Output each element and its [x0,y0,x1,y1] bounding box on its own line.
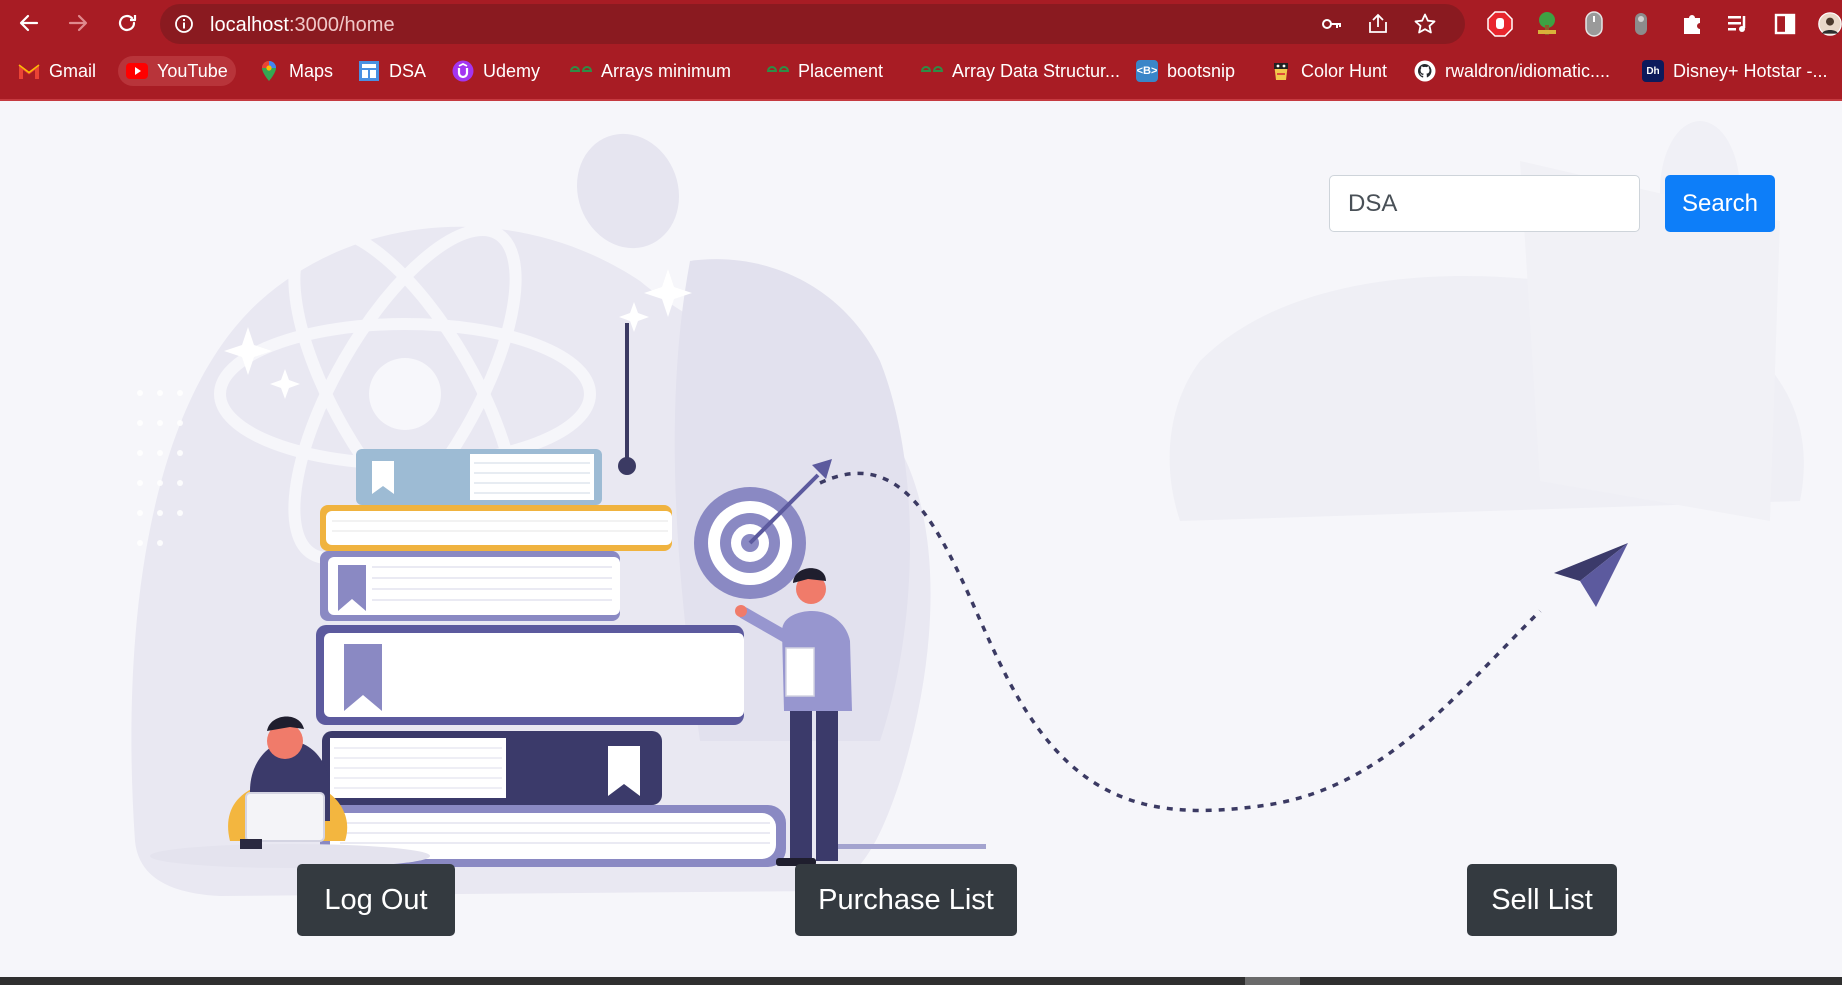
media-queue-icon[interactable] [1724,10,1752,38]
geeksforgeeks-icon [921,60,943,82]
geeksforgeeks-icon [570,60,592,82]
reload-button[interactable] [110,6,144,40]
bookmark-label: Placement [798,60,884,81]
bookmark-udemy[interactable]: Udemy [444,56,548,86]
horizontal-scrollbar[interactable] [0,977,1842,985]
search-button[interactable]: Search [1665,175,1775,232]
hotstar-icon: Dh [1642,60,1664,82]
bookmark-placement[interactable]: Placement [759,56,891,86]
react-atom-core [369,358,441,430]
bookmark-label: DSA [389,60,427,81]
scrollbar-thumb[interactable] [1245,977,1300,985]
geeksforgeeks-icon [767,60,789,82]
github-icon [1414,60,1436,82]
bookmark-bootsnip[interactable]: <B> bootsnip [1128,56,1243,86]
bookmark-label: Array Data Structur... [952,60,1121,81]
url-path: :3000/home [288,14,395,36]
dsa-icon [358,60,380,82]
gmail-icon [18,60,40,82]
arrow-right-icon [68,14,88,32]
bookmark-color-hunt[interactable]: Color Hunt [1262,56,1395,86]
bookmark-label: Arrays minimum [601,60,732,81]
paper-plane-icon [1554,543,1628,607]
bookmark-array-data-structure[interactable]: Array Data Structur... [913,56,1128,86]
browser-chrome: localhost:3000/home Gmail YouTube Maps D… [0,0,1842,101]
address-bar[interactable]: localhost:3000/home [160,4,1465,44]
reload-icon [118,14,137,32]
profile-avatar[interactable] [1818,10,1842,38]
bookmark-maps[interactable]: Maps [250,56,341,86]
colorhunt-icon [1270,60,1292,82]
bookmark-label: Color Hunt [1301,60,1388,81]
bootsnipp-icon: <B> [1136,60,1158,82]
youtube-icon [126,60,148,82]
address-row: localhost:3000/home [0,0,1842,48]
bookmark-label: Maps [289,60,334,81]
forward-button[interactable] [61,6,95,40]
maps-icon [258,60,280,82]
bookmark-label: Disney+ Hotstar -... [1673,60,1828,81]
adblock-extension-icon[interactable] [1486,10,1514,38]
bookmark-disney-hotstar[interactable]: Dh Disney+ Hotstar -... [1634,56,1836,86]
bookmark-gmail[interactable]: Gmail [10,56,104,86]
share-icon[interactable] [1366,12,1390,36]
back-button[interactable] [12,6,46,40]
arrow-left-icon [19,14,39,32]
bookmark-label: Udemy [483,60,541,81]
puzzle-extensions-icon[interactable] [1678,10,1706,38]
url-host: localhost [210,14,289,36]
key-icon[interactable] [1320,12,1344,36]
hero-illustration [131,121,1804,897]
bookmark-label: Gmail [49,60,97,81]
bookmark-label: YouTube [157,60,228,81]
bookmark-arrays-minimum[interactable]: Arrays minimum [562,56,739,86]
info-icon[interactable] [174,14,194,34]
purchase-list-button[interactable]: Purchase List [795,864,1017,936]
bookmark-youtube[interactable]: YouTube [118,56,236,86]
star-icon[interactable] [1413,12,1437,36]
sell-list-button[interactable]: Sell List [1467,864,1617,936]
hanging-pin-dot [618,457,636,475]
bookmark-github-idiomatic[interactable]: rwaldron/idiomatic.... [1406,56,1618,86]
capsule-extension-icon[interactable] [1627,10,1655,38]
udemy-icon [452,60,474,82]
bookmarks-bar: Gmail YouTube Maps DSA Udemy Arrays mini… [0,50,1842,92]
tree-extension-icon[interactable] [1533,10,1561,38]
search-input[interactable] [1329,175,1640,232]
side-panel-icon[interactable] [1771,10,1799,38]
home-page: Search Log Out Purchase List Sell List [0,101,1842,977]
mouse-extension-icon[interactable] [1580,10,1608,38]
bookmark-dsa[interactable]: DSA [350,56,434,86]
bookmark-label: bootsnip [1167,60,1236,81]
bookmark-label: rwaldron/idiomatic.... [1445,60,1611,81]
background-blob [576,133,680,249]
url-text[interactable]: localhost:3000/home [210,14,395,37]
logout-button[interactable]: Log Out [297,864,455,936]
